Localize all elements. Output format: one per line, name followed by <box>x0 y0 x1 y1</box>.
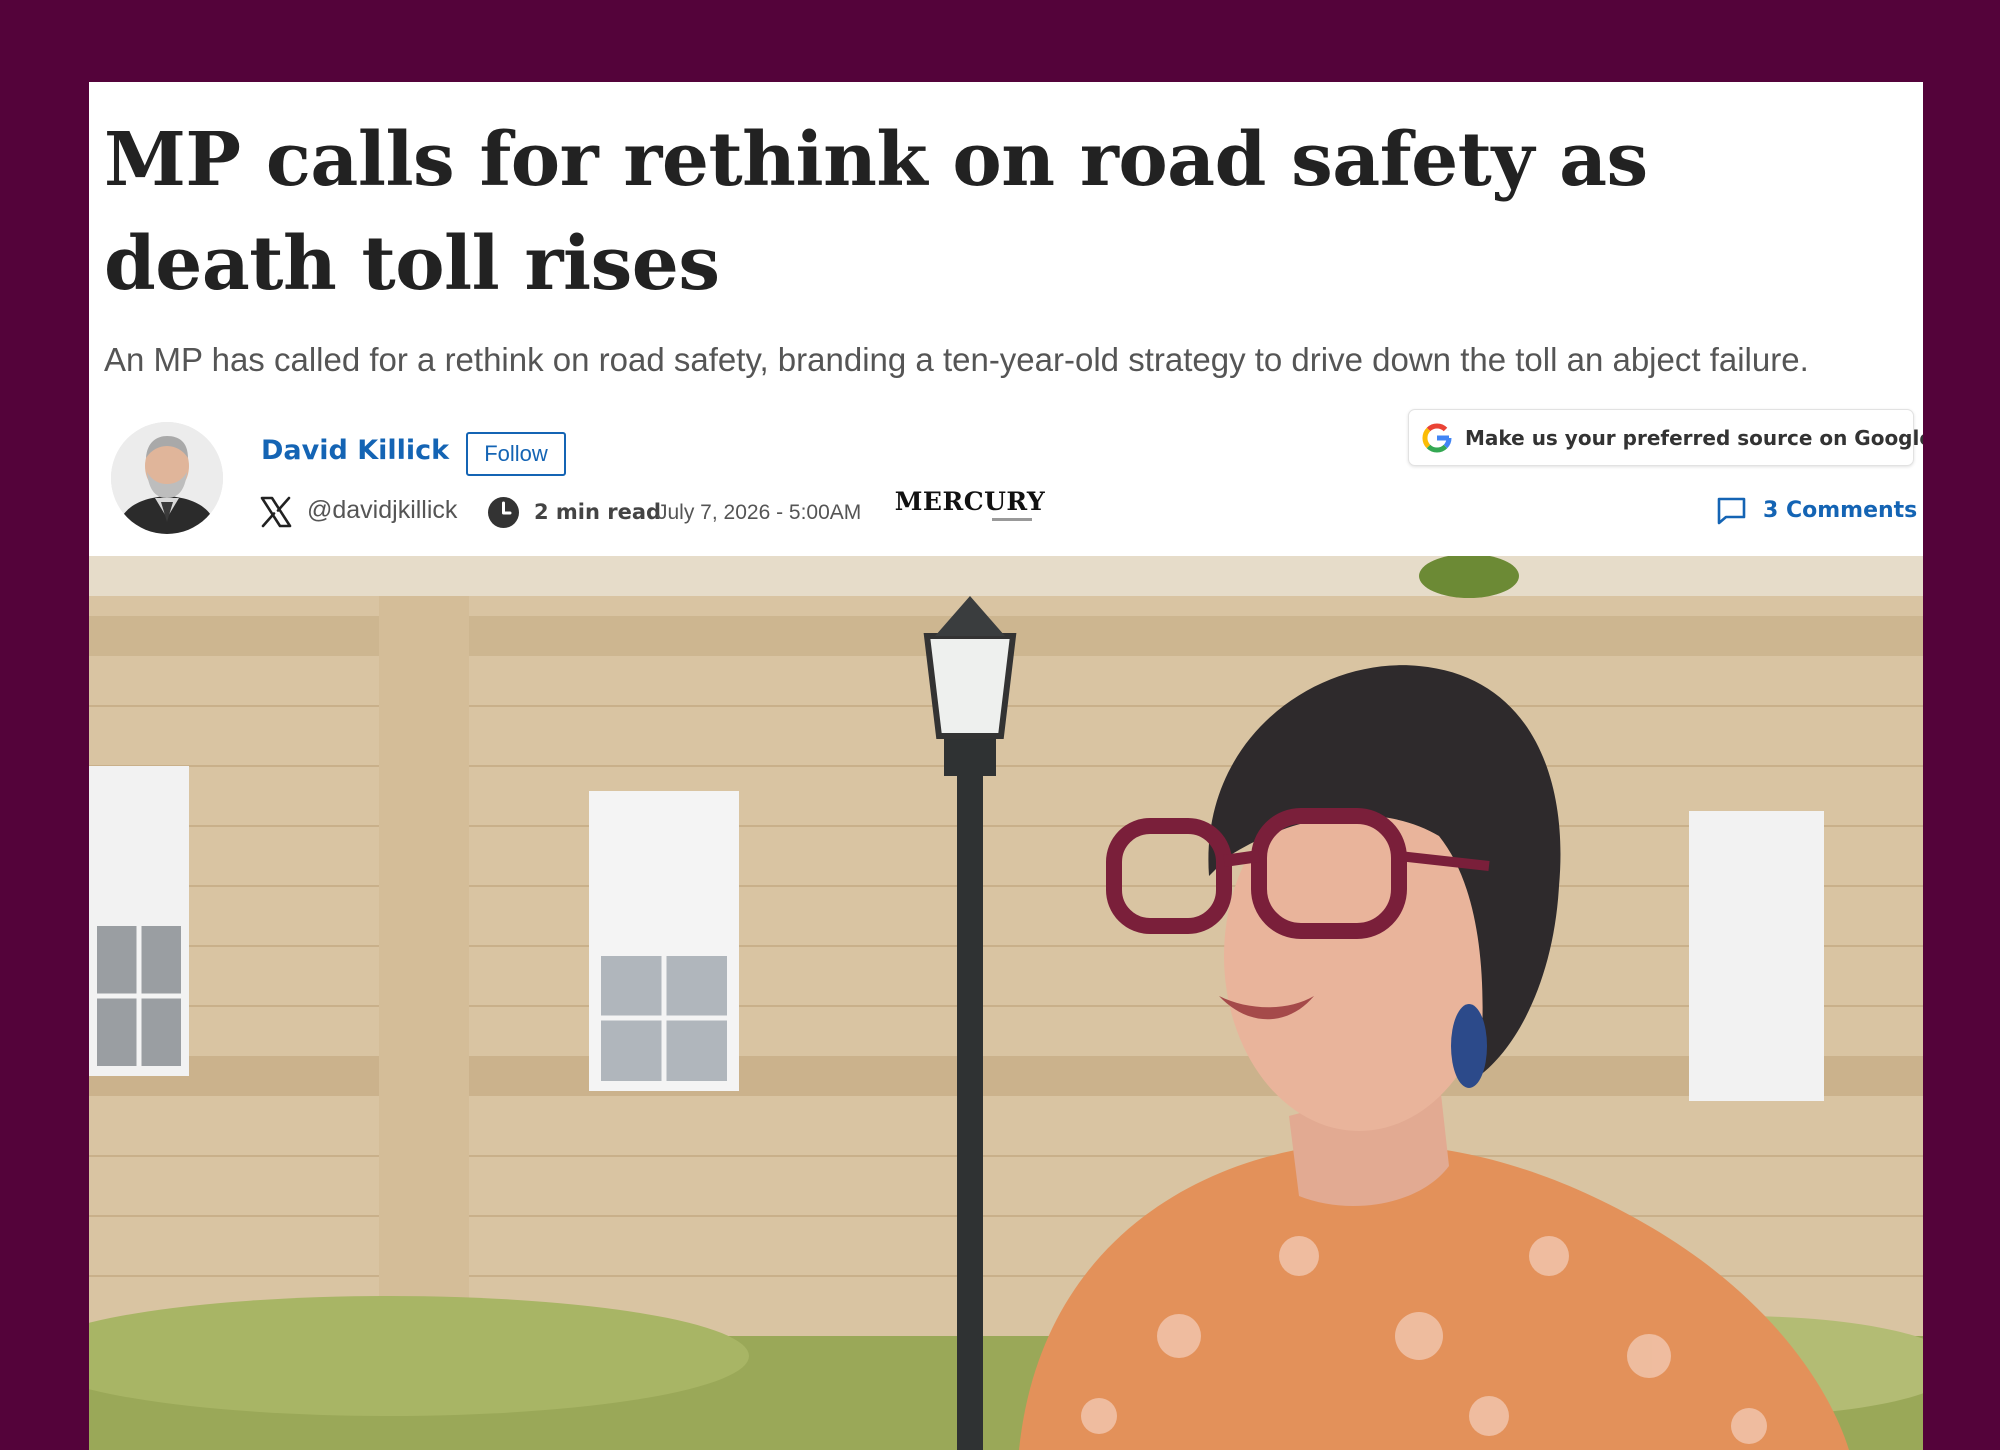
masthead-wordmark: MERCURY <box>894 487 1046 516</box>
comments-link[interactable]: 3 Comments <box>1716 495 1917 526</box>
author-x-handle[interactable]: @davidjkillick <box>307 493 457 527</box>
google-g-icon <box>1422 422 1452 452</box>
follow-button[interactable]: Follow <box>466 432 566 476</box>
read-time: 2 min read <box>534 500 662 524</box>
publish-date: July 7, 2026 - 5:00AM <box>657 501 862 524</box>
article-standfirst: An MP has called for a rethink on road s… <box>104 341 1809 378</box>
clock-icon <box>487 496 520 529</box>
article-card: MP calls for rethink on road safety as d… <box>89 82 1923 1450</box>
preferred-source-google-button[interactable]: Make us your preferred source on Google <box>1408 409 1923 466</box>
comments-count-label: 3 Comments <box>1763 498 1918 523</box>
comment-bubble-icon <box>1717 497 1746 525</box>
masthead-tagline-mark <box>992 518 1032 521</box>
hero-photo <box>89 556 1923 1450</box>
x-logo-icon[interactable] <box>259 495 293 529</box>
author-avatar[interactable] <box>111 422 223 534</box>
article-headline: MP calls for rethink on road safety as d… <box>104 117 1648 307</box>
author-name-link[interactable]: David Killick <box>261 434 449 468</box>
mercury-masthead-logo: MERCURY <box>892 488 1048 530</box>
preferred-source-label: Make us your preferred source on Google <box>1465 425 1923 450</box>
